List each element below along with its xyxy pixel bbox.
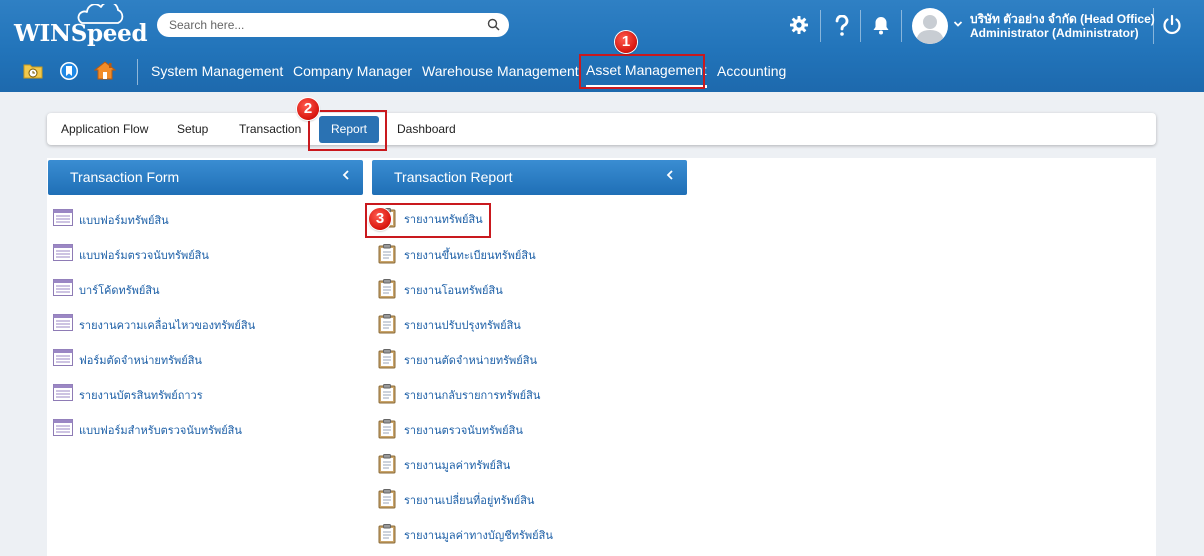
clipboard-icon [378, 314, 396, 334]
nav-accounting[interactable]: Accounting [717, 54, 786, 88]
header-divider [1153, 8, 1154, 44]
nav-warehouse-management[interactable]: Warehouse Management [422, 54, 579, 88]
home-icon[interactable] [94, 60, 116, 80]
form-icon [53, 209, 73, 226]
avatar[interactable] [912, 8, 948, 44]
list-item-label: รายงานมูลค่าทางบัญชีทรัพย์สิน [404, 529, 553, 542]
step-badge-3: 3 [369, 208, 391, 230]
transaction-report-header[interactable]: Transaction Report [372, 160, 687, 195]
chevron-left-icon[interactable] [341, 160, 351, 195]
list-item-label: รายงานกลับรายการทรัพย์สิน [404, 389, 541, 402]
help-icon[interactable] [834, 15, 850, 37]
list-item-label: แบบฟอร์มสำหรับตรวจนับทรัพย์สิน [79, 424, 242, 437]
header-divider [901, 10, 902, 42]
bookmark-icon[interactable] [59, 61, 79, 81]
list-item-label: รายงานตรวจนับทรัพย์สิน [404, 424, 523, 437]
folder-clock-icon[interactable] [23, 62, 43, 80]
list-item-label: รายงานโอนทรัพย์สิน [404, 284, 503, 297]
list-item-label: รายงานตัดจำหน่ายทรัพย์สิน [404, 354, 537, 367]
form-icon [53, 419, 73, 436]
transaction-form-title: Transaction Form [70, 169, 180, 185]
step-badge-1: 1 [615, 31, 637, 53]
header-divider [820, 10, 821, 42]
list-item-label: รายงานทรัพย์สิน [404, 213, 483, 226]
list-item-label: รายงานมูลค่าทรัพย์สิน [404, 459, 511, 472]
list-item-label: รายงานบัตรสินทรัพย์ถาวร [79, 389, 203, 402]
header-divider [860, 10, 861, 42]
list-item-label: รายงานเปลี่ยนที่อยู่ทรัพย์สิน [404, 494, 535, 507]
list-item-label: รายงานปรับปรุงทรัพย์สิน [404, 319, 521, 332]
tab-transaction[interactable]: Transaction [239, 113, 301, 145]
clipboard-icon [378, 384, 396, 404]
tab-setup[interactable]: Setup [177, 113, 208, 145]
clipboard-icon [378, 454, 396, 474]
clipboard-icon [378, 489, 396, 509]
nav-company-manager[interactable]: Company Manager [293, 54, 412, 88]
top-header: WINSpeed Search here... บริษัท ตัวอย่าง … [0, 0, 1204, 92]
clipboard-icon [378, 279, 396, 299]
list-item-label: บาร์โค้ดทรัพย์สิน [79, 284, 160, 297]
clipboard-icon [378, 419, 396, 439]
search-icon[interactable] [487, 18, 500, 31]
user-role: Administrator (Administrator) [970, 26, 1139, 40]
chevron-left-icon[interactable] [665, 160, 675, 195]
nav-asset-management[interactable]: Asset Management [586, 54, 707, 88]
tab-dashboard[interactable]: Dashboard [397, 113, 456, 145]
form-icon [53, 349, 73, 366]
list-item-label: ฟอร์มตัดจำหน่ายทรัพย์สิน [79, 354, 202, 367]
search-input[interactable] [169, 16, 469, 34]
list-item-label: รายงานความเคลื่อนไหวของทรัพย์สิน [79, 319, 256, 332]
form-icon [53, 244, 73, 261]
form-icon [53, 279, 73, 296]
form-icon [53, 314, 73, 331]
transaction-form-header[interactable]: Transaction Form [48, 160, 363, 195]
form-icon [53, 384, 73, 401]
tab-application-flow[interactable]: Application Flow [61, 113, 148, 145]
nav-system-management[interactable]: System Management [151, 54, 283, 88]
search-box[interactable] [157, 13, 509, 37]
bell-icon[interactable] [872, 15, 890, 35]
gear-icon[interactable] [789, 15, 809, 35]
list-item-label: แบบฟอร์มทรัพย์สิน [79, 214, 169, 227]
chevron-down-icon[interactable] [953, 20, 963, 28]
transaction-report-title: Transaction Report [394, 169, 513, 185]
module-subtabs: Application Flow Setup Transaction Repor… [47, 113, 1156, 145]
user-silhouette-icon [916, 15, 944, 44]
clipboard-icon [378, 349, 396, 369]
cloud-icon [77, 4, 124, 24]
step-badge-2: 2 [297, 98, 319, 120]
power-icon[interactable] [1161, 14, 1183, 36]
clipboard-icon [378, 244, 396, 264]
content-panel [47, 158, 1156, 556]
nav-divider [137, 59, 138, 85]
list-item-label: รายงานขึ้นทะเบียนทรัพย์สิน [404, 249, 536, 262]
tab-report[interactable]: Report [319, 116, 380, 143]
list-item-label: แบบฟอร์มตรวจนับทรัพย์สิน [79, 249, 209, 262]
clipboard-icon [378, 524, 396, 544]
